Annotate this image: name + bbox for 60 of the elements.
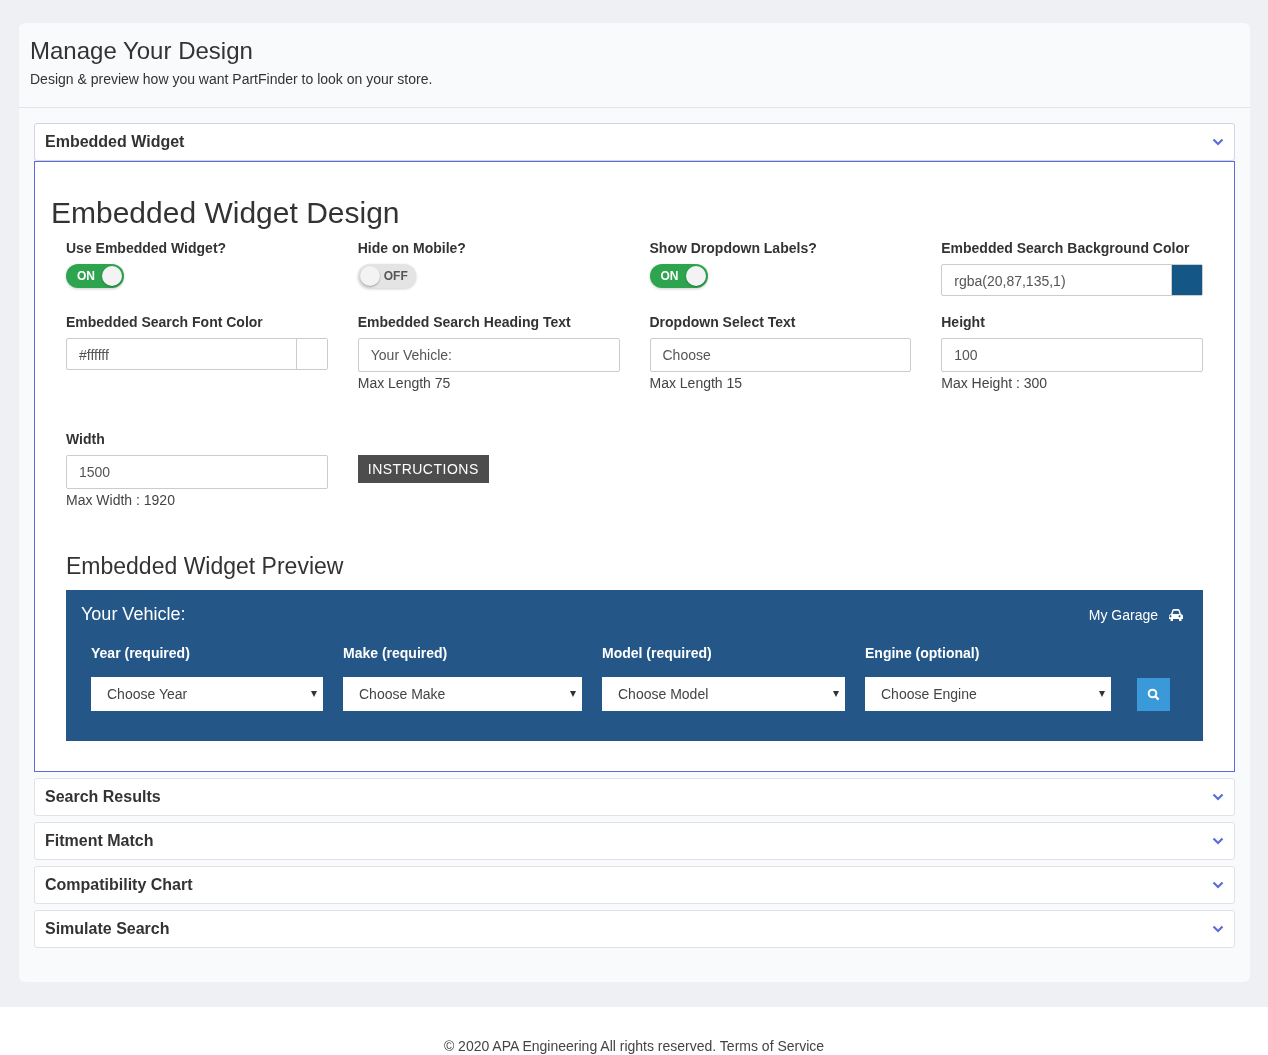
dropdown-label: Year (required) bbox=[91, 645, 191, 661]
field-label: Width bbox=[66, 431, 105, 447]
text-input-field[interactable]: 1500 bbox=[66, 455, 328, 489]
dropdown-select[interactable]: Choose Make bbox=[343, 677, 582, 711]
page-subtitle: Design & preview how you want PartFinder to look on your store. bbox=[30, 71, 434, 87]
garage-link[interactable]: My Garage bbox=[1088, 606, 1158, 623]
page-title: Manage Your Design bbox=[30, 37, 254, 65]
dropdown-select[interactable]: Choose Model bbox=[602, 677, 845, 711]
color-input-field[interactable]: #ffffff bbox=[66, 338, 328, 370]
caret-icon bbox=[1099, 691, 1105, 697]
dropdown-label: Model (required) bbox=[602, 645, 713, 661]
dropdown-select[interactable]: Choose Year bbox=[91, 677, 323, 711]
caret-icon bbox=[311, 691, 317, 697]
car-icon bbox=[1168, 607, 1184, 622]
field-hint: Max Height : 300 bbox=[941, 375, 1048, 391]
toggle-switch[interactable]: OFF bbox=[357, 264, 416, 288]
accordion-header[interactable]: Fitment Match bbox=[34, 822, 1235, 860]
chevron-down-icon bbox=[1212, 925, 1224, 933]
field-hint: Max Length 15 bbox=[649, 375, 743, 391]
text-input-field[interactable]: 100 bbox=[941, 338, 1203, 372]
chevron-down-icon bbox=[1212, 793, 1224, 801]
accordion-title: Fitment Match bbox=[45, 832, 154, 850]
field-label: Dropdown Select Text bbox=[649, 314, 796, 330]
text-input-field[interactable]: Choose bbox=[649, 338, 912, 372]
accordion-header[interactable]: Compatibility Chart bbox=[34, 866, 1235, 904]
chevron-down-icon bbox=[1212, 138, 1224, 146]
field-label: Use Embedded Widget? bbox=[66, 240, 227, 256]
accordion-header[interactable]: Embedded Widget bbox=[34, 123, 1235, 161]
accordion-title: Simulate Search bbox=[45, 920, 170, 938]
accordion-header[interactable]: Search Results bbox=[34, 778, 1235, 816]
dropdown-select[interactable]: Choose Engine bbox=[865, 677, 1111, 711]
search-button[interactable] bbox=[1137, 678, 1170, 711]
color-swatch[interactable] bbox=[1171, 265, 1202, 295]
caret-icon bbox=[570, 691, 576, 697]
accordion-title: Search Results bbox=[45, 788, 161, 806]
field-label: Embedded Search Background Color bbox=[941, 240, 1190, 256]
field-hint: Max Width : 1920 bbox=[66, 492, 175, 508]
color-input-field[interactable]: rgba(20,87,135,1) bbox=[941, 264, 1203, 296]
field-label: Embedded Search Font Color bbox=[66, 314, 263, 330]
accordion-title: Embedded Widget bbox=[45, 133, 185, 151]
caret-icon bbox=[833, 691, 839, 697]
chevron-down-icon bbox=[1212, 837, 1224, 845]
accordion-header[interactable]: Simulate Search bbox=[34, 910, 1235, 948]
preview-title: Your Vehicle: bbox=[81, 604, 186, 625]
chevron-down-icon bbox=[1212, 881, 1224, 889]
text-input-field[interactable]: Your Vehicle: bbox=[357, 338, 620, 372]
field-label: Show Dropdown Labels? bbox=[649, 240, 817, 256]
dropdown-label: Make (required) bbox=[343, 645, 449, 661]
accordion-title: Compatibility Chart bbox=[45, 876, 193, 894]
instructions-button[interactable]: INSTRUCTIONS bbox=[357, 455, 489, 483]
footer-text: © 2020 APA Engineering All rights reserved. Terms of Service bbox=[443, 1038, 825, 1054]
section-heading: Embedded Widget Design bbox=[51, 196, 401, 230]
preview-heading: Embedded Widget Preview bbox=[66, 553, 345, 580]
field-label: Hide on Mobile? bbox=[357, 240, 466, 256]
field-label: Embedded Search Heading Text bbox=[357, 314, 571, 330]
dropdown-label: Engine (optional) bbox=[865, 645, 981, 661]
field-hint: Max Length 75 bbox=[357, 375, 451, 391]
field-label: Height bbox=[941, 314, 985, 330]
search-icon bbox=[1147, 688, 1160, 701]
color-swatch[interactable] bbox=[295, 339, 327, 369]
